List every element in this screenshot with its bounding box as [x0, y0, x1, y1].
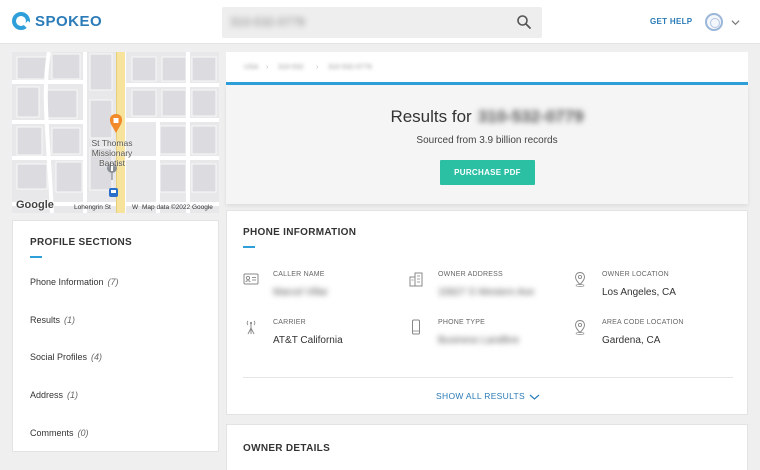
antenna-icon	[246, 320, 256, 335]
show-all-label: SHOW ALL RESULTS	[436, 391, 525, 401]
field-value: Marcel Villar	[273, 287, 328, 298]
results-number: 310-532-0779	[477, 107, 584, 126]
profile-section-label: Phone Information	[30, 277, 104, 287]
map-poi-label: St Thomas Missionary Baptist	[91, 138, 133, 168]
breadcrumb-separator: ›	[316, 64, 319, 71]
map-street-abbrev: W	[132, 204, 139, 211]
chevron-down-icon[interactable]	[731, 18, 740, 27]
owner-details-title: OWNER DETAILS	[243, 443, 331, 454]
results-prefix: Results for	[390, 107, 472, 126]
chevron-down-icon	[529, 394, 540, 400]
map-street-label: Lohengrin St	[74, 204, 111, 211]
top-bar: SPOKEO 310-532-0779 GET HELP	[0, 0, 760, 44]
breadcrumb-item: 310-532-0779	[328, 64, 372, 71]
profile-section-count: (4)	[91, 352, 103, 362]
google-logo: Google	[16, 199, 54, 211]
get-help-link[interactable]: GET HELP	[650, 17, 692, 26]
field-value: 15827 S Western Ave	[438, 287, 535, 298]
profile-section-label: Comments	[30, 428, 74, 438]
breadcrumb-separator: ›	[266, 64, 269, 71]
results-header: Results for 310-532-0779 Sourced from 3.9…	[226, 85, 748, 204]
results-source: Sourced from 3.9 billion records	[416, 135, 558, 146]
location-map[interactable]: St Thomas Missionary Baptist Google Lohe…	[12, 52, 219, 213]
phone-icon	[412, 319, 420, 335]
profile-section-label: Address	[30, 390, 64, 400]
search-bar[interactable]: 310-532-0779	[222, 7, 542, 38]
search-icon[interactable]	[516, 14, 532, 30]
building-icon	[409, 272, 423, 287]
profile-section-count: (7)	[107, 277, 119, 287]
profile-section-label: Results	[30, 315, 61, 325]
results-title: Results for 310-532-0779	[226, 107, 748, 127]
profile-section-phone-information[interactable]: Phone Information (7)	[30, 277, 119, 287]
breadcrumb: USA › 310-532 › 310-532-0779	[226, 52, 748, 85]
purchase-pdf-button[interactable]: PURCHASE PDF	[440, 160, 535, 185]
profile-section-social-profiles[interactable]: Social Profiles (4)	[30, 352, 102, 362]
logo-icon	[12, 12, 30, 30]
profile-sections-panel: PROFILE SECTIONS Phone Information (7) Re…	[12, 220, 219, 452]
map-pin-icon	[574, 271, 586, 287]
spokeo-logo[interactable]: SPOKEO	[12, 12, 102, 30]
breadcrumb-item[interactable]: 310-532	[278, 64, 304, 71]
field-label: OWNER ADDRESS	[438, 271, 503, 278]
breadcrumb-item[interactable]: USA	[244, 64, 258, 71]
map-attribution[interactable]: Map data ©2022 Google	[142, 204, 213, 211]
field-label: CARRIER	[273, 319, 306, 326]
show-all-results-button[interactable]: SHOW ALL RESULTS	[227, 391, 749, 401]
avatar[interactable]	[705, 13, 723, 31]
search-input[interactable]: 310-532-0779	[230, 15, 305, 29]
profile-section-count: (1)	[64, 315, 76, 325]
profile-sections-title: PROFILE SECTIONS	[30, 237, 133, 248]
profile-section-comments[interactable]: Comments (0)	[30, 428, 89, 438]
field-label: CALLER NAME	[273, 271, 325, 278]
field-label: AREA CODE LOCATION	[602, 319, 684, 326]
field-label: PHONE TYPE	[438, 319, 485, 326]
map-pin-icon	[574, 319, 586, 335]
title-underline	[30, 256, 42, 258]
id-card-icon	[243, 273, 259, 285]
profile-section-results[interactable]: Results (1)	[30, 315, 75, 325]
map-graphic	[12, 52, 219, 213]
field-label: OWNER LOCATION	[602, 271, 669, 278]
owner-details-card: OWNER DETAILS	[226, 424, 748, 470]
profile-section-count: (1)	[67, 390, 79, 400]
field-value: Business Landline	[438, 335, 520, 346]
title-underline	[243, 246, 255, 248]
profile-section-label: Social Profiles	[30, 352, 88, 362]
field-value: Gardena, CA	[602, 335, 661, 346]
profile-section-address[interactable]: Address (1)	[30, 390, 78, 400]
divider	[243, 377, 733, 378]
phone-information-title: PHONE INFORMATION	[243, 227, 357, 238]
phone-information-card: PHONE INFORMATION CALLER NAME Marcel Vil…	[226, 210, 748, 415]
profile-section-count: (0)	[77, 428, 89, 438]
field-value: AT&T California	[273, 335, 343, 346]
logo-text: SPOKEO	[35, 12, 103, 30]
transit-icon	[109, 188, 118, 197]
field-value: Los Angeles, CA	[602, 287, 676, 298]
